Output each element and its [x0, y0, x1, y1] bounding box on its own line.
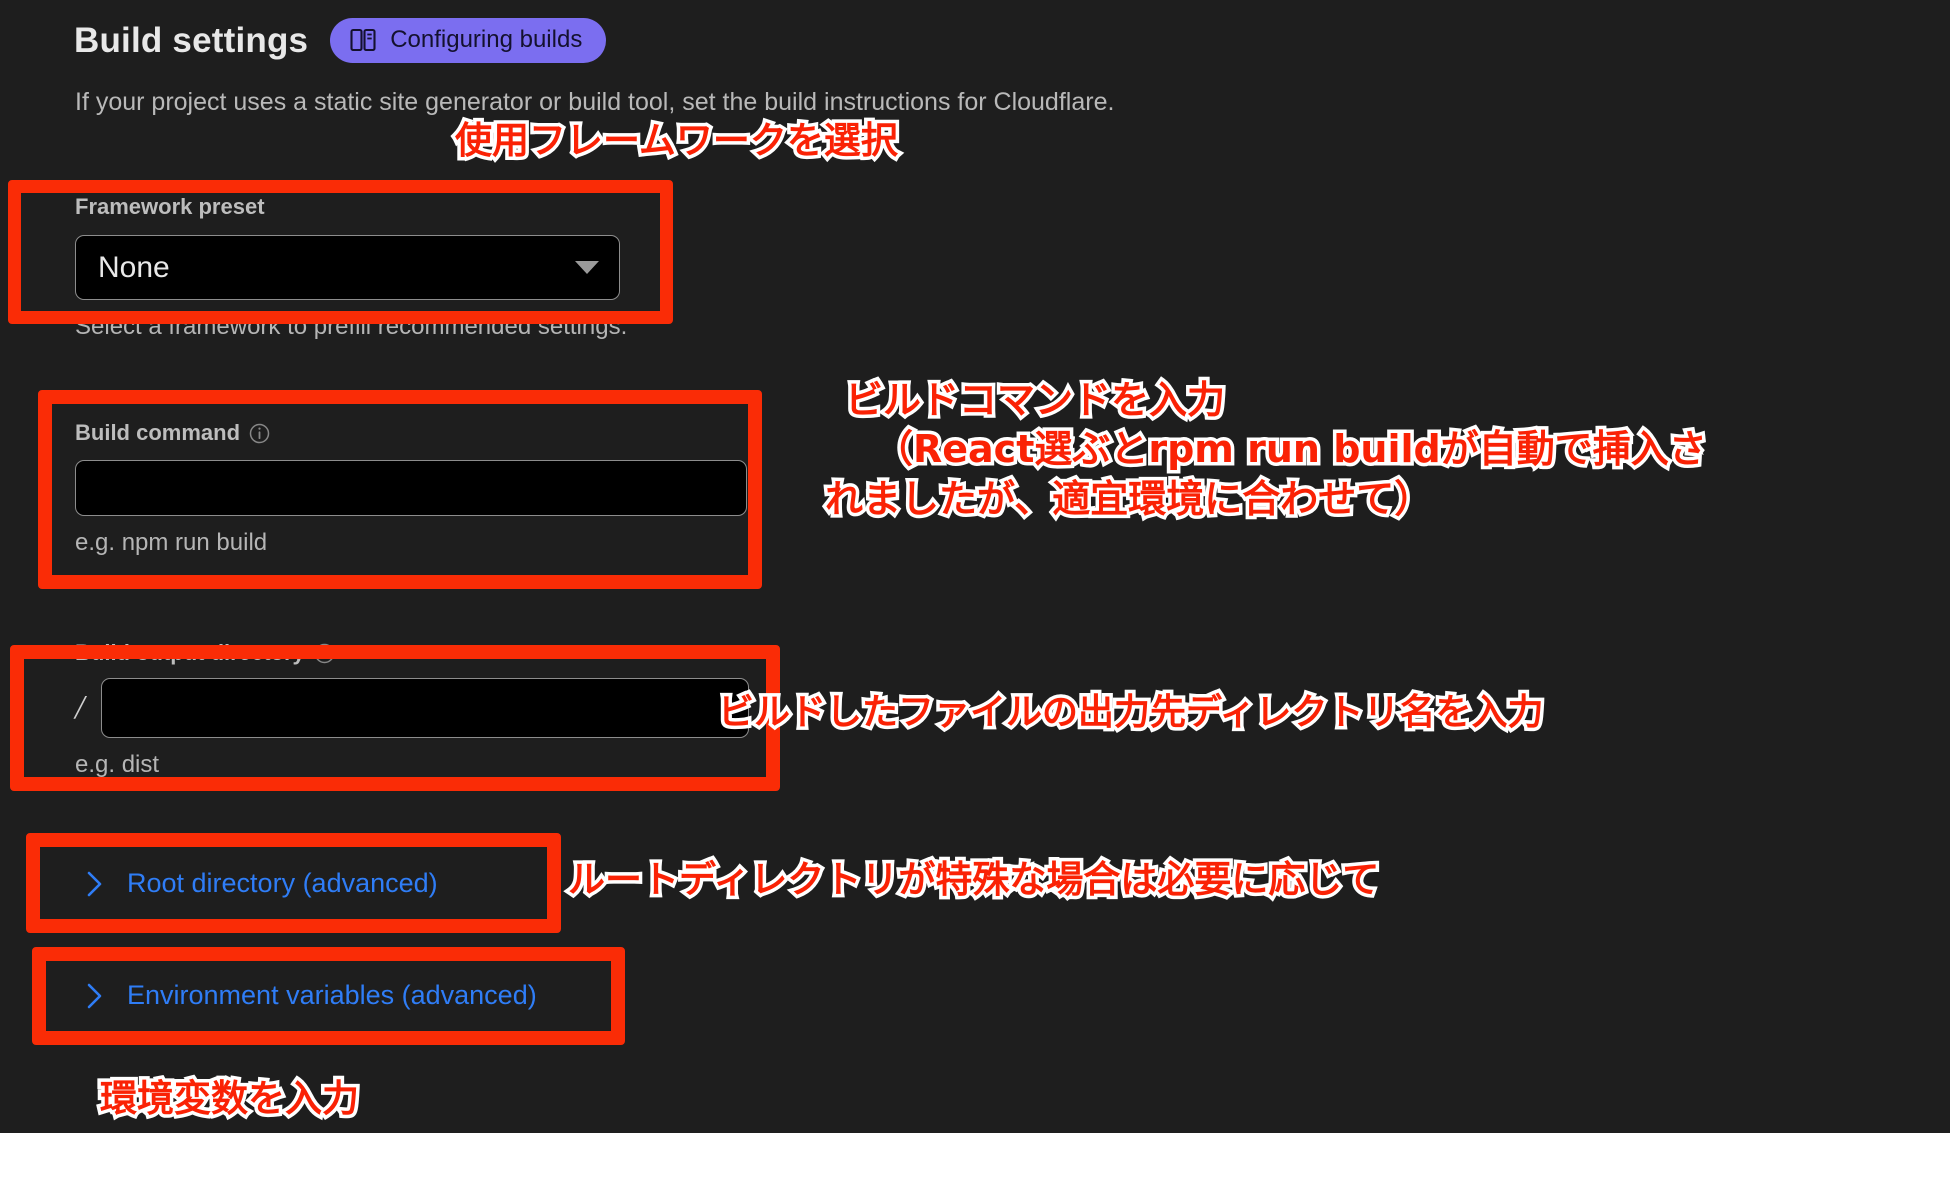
callout-environment-variables: 環境変数を入力	[97, 1073, 363, 1123]
build-output-directory-row: /	[75, 678, 750, 738]
build-command-label-text: Build command	[75, 420, 241, 445]
callout-build-command: ビルドコマンドを入力 （React選ぶとrpm run buildが自動で挿入さ…	[822, 374, 1711, 524]
page-header: Build settings Configuring builds	[74, 18, 607, 63]
framework-preset-helper: Select a framework to prefill recommende…	[75, 313, 628, 340]
callout-framework-preset: 使用フレームワークを選択	[452, 115, 902, 165]
disclosure-root-directory-label: Root directory (advanced)	[127, 868, 438, 898]
disclosure-environment-variables[interactable]: Environment variables (advanced)	[86, 980, 537, 1011]
build-command-field: Build command e.g. npm run build	[75, 420, 747, 557]
info-circle-icon[interactable]	[249, 423, 270, 444]
framework-preset-field: Framework preset None Select a framework…	[75, 194, 627, 341]
callout-build-command-line-1: ビルドコマンドを入力	[842, 374, 1229, 425]
build-output-directory-label-text: Build output directory	[75, 640, 305, 665]
framework-preset-value: None	[98, 250, 170, 284]
build-output-directory-label: Build output directory	[75, 640, 749, 666]
book-icon	[350, 28, 376, 52]
callout-root-directory: ルートディレクトリが特殊な場合は必要に応じて	[564, 854, 1382, 904]
page-title: Build settings	[74, 20, 309, 60]
configuring-builds-badge[interactable]: Configuring builds	[330, 18, 607, 63]
callout-build-output-directory: ビルドしたファイルの出力先ディレクトリ名を入力	[714, 689, 1546, 737]
build-command-label: Build command	[75, 420, 747, 446]
screenshot-root: Build settings Configuring builds If you…	[0, 0, 1950, 1192]
build-output-directory-field: Build output directory / e.g. dist	[75, 640, 750, 779]
badge-label: Configuring builds	[390, 26, 583, 53]
chevron-down-icon	[575, 261, 599, 274]
disclosure-root-directory[interactable]: Root directory (advanced)	[86, 868, 438, 899]
framework-preset-select[interactable]: None	[75, 235, 620, 300]
path-prefix: /	[75, 689, 85, 726]
info-circle-icon[interactable]	[314, 643, 335, 664]
callout-build-command-line-2: （React選ぶとrpm run buildが自動で挿入さ	[872, 424, 1711, 475]
build-settings-panel: Build settings Configuring builds If you…	[0, 0, 1950, 1133]
build-output-directory-helper: e.g. dist	[75, 751, 160, 778]
chevron-right-icon	[86, 982, 105, 1010]
disclosure-environment-variables-label: Environment variables (advanced)	[127, 980, 537, 1010]
build-command-input[interactable]	[75, 460, 747, 516]
callout-build-command-line-3: れましたが、適宜環境に合わせて）	[822, 473, 1436, 524]
page-description: If your project uses a static site gener…	[75, 88, 1115, 116]
chevron-right-icon	[86, 870, 105, 898]
build-command-helper: e.g. npm run build	[75, 529, 268, 556]
build-output-directory-input[interactable]	[101, 678, 750, 738]
framework-preset-label: Framework preset	[75, 194, 265, 219]
